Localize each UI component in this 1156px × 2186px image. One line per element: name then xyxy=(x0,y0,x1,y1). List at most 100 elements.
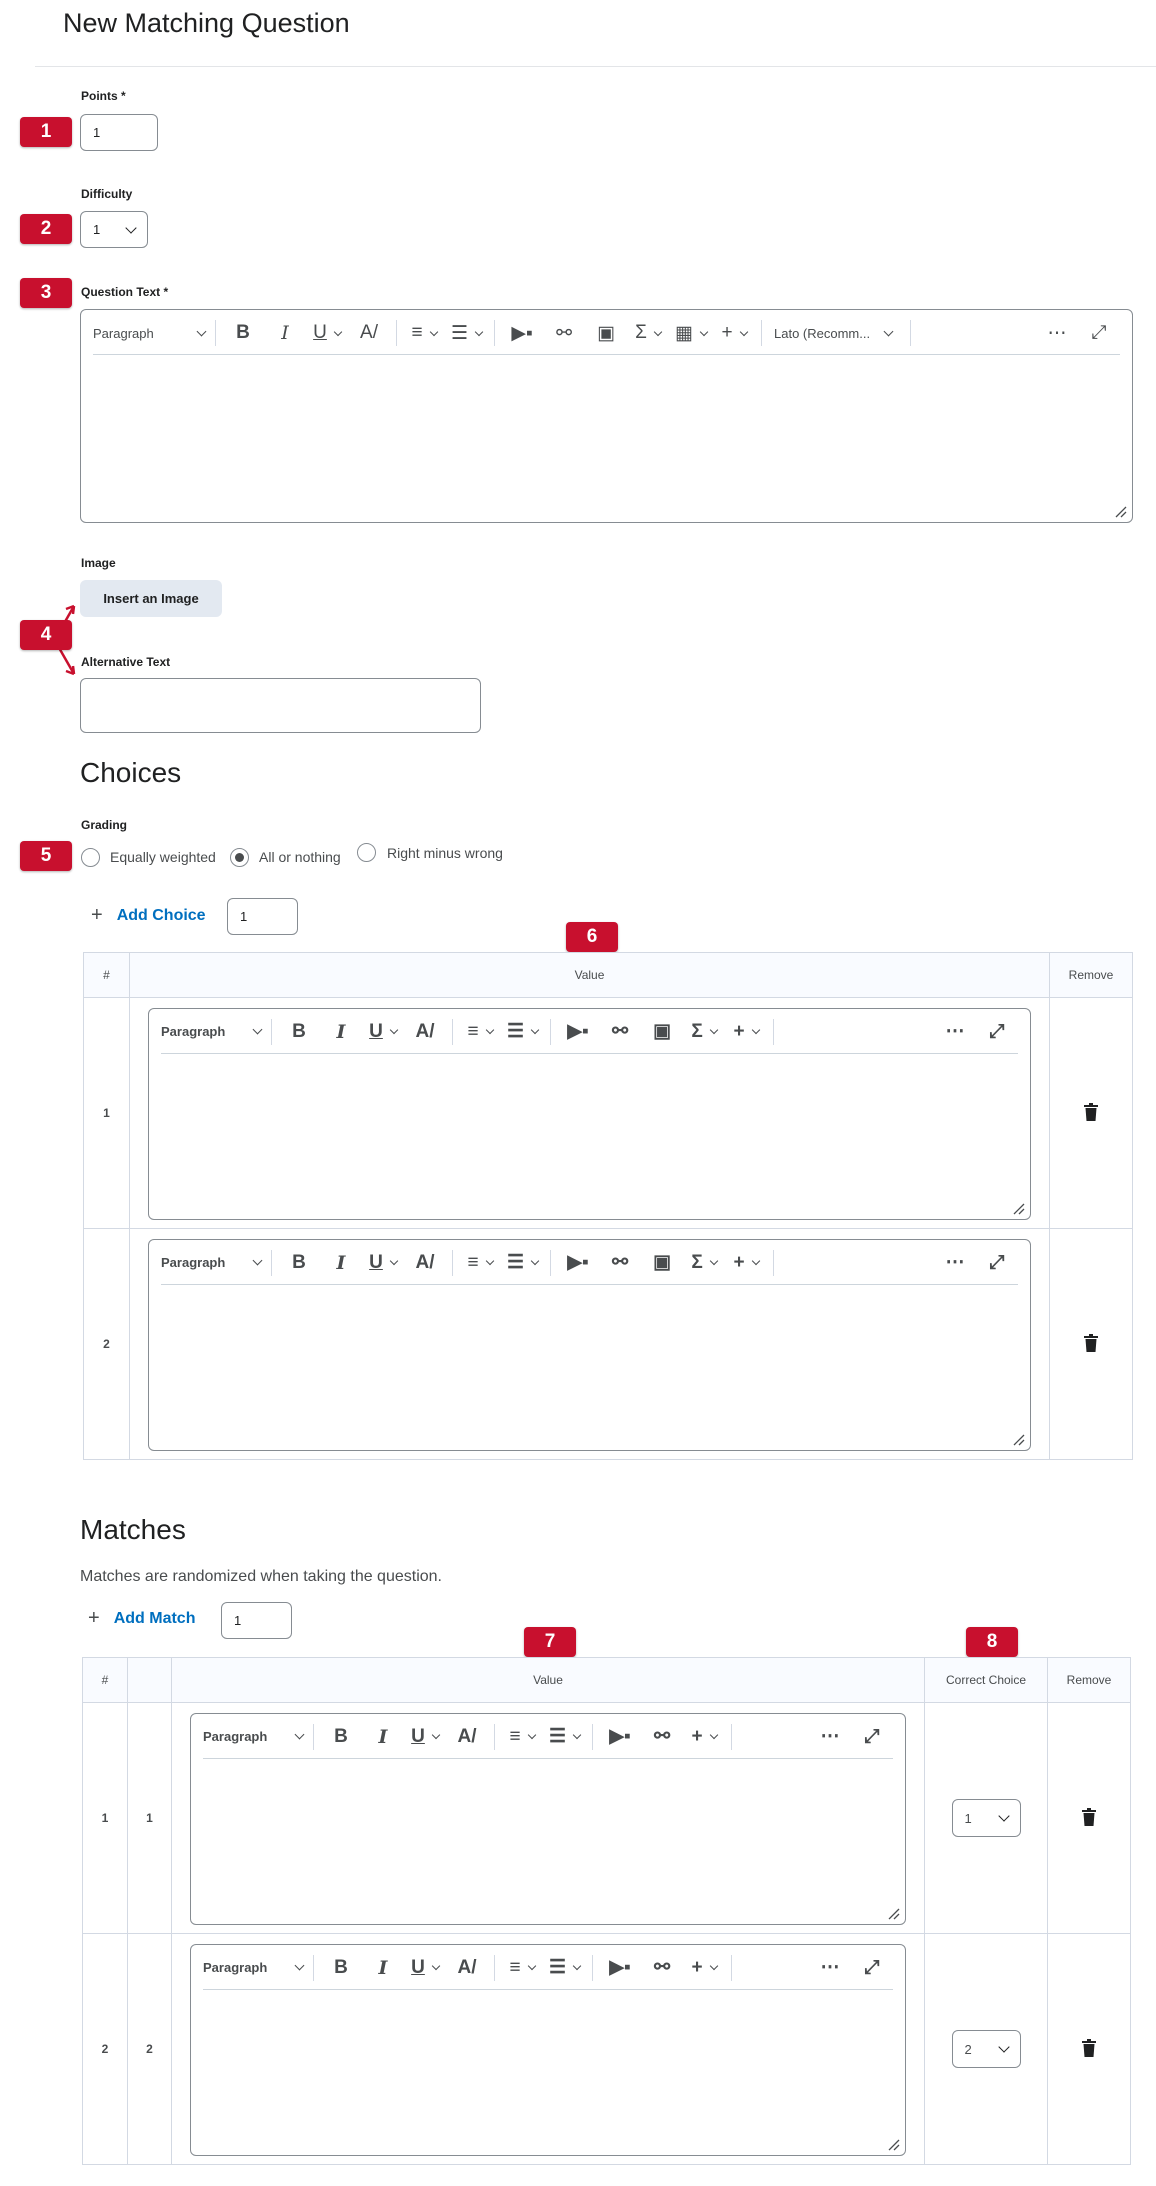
underline-icon[interactable]: U xyxy=(368,1017,399,1047)
add-match-count-input[interactable]: 1 xyxy=(221,1602,292,1639)
spellcheck-icon[interactable]: A/ xyxy=(452,1953,482,1983)
points-input[interactable]: 1 xyxy=(80,114,158,151)
alt-text-input[interactable] xyxy=(80,678,481,733)
add-choice-button[interactable]: + Add Choice xyxy=(91,904,206,927)
fullscreen-icon[interactable]: ⤢ xyxy=(857,1953,887,1983)
font-family-select[interactable]: Lato (Recomm... xyxy=(774,326,894,341)
bold-icon[interactable]: B xyxy=(326,1722,356,1752)
match-value-editor[interactable]: Paragraph B I U A/ ≡ ☰ ▶▪ ⚯ + ⋯ ⤢ xyxy=(190,1943,906,2156)
link-icon[interactable]: ⚯ xyxy=(605,1017,635,1047)
bold-icon[interactable]: B xyxy=(228,318,258,348)
underline-icon[interactable]: U xyxy=(368,1248,399,1278)
trash-icon[interactable] xyxy=(1082,1807,1096,1826)
resize-handle-icon[interactable] xyxy=(888,1908,900,1920)
more-options-icon[interactable]: ⋯ xyxy=(940,1248,970,1278)
choices-table: # Value Remove 1 Paragraph B I U A/ ≡ ☰ … xyxy=(83,952,1133,1460)
more-options-icon[interactable]: ⋯ xyxy=(940,1017,970,1047)
table-icon[interactable]: ▦ xyxy=(675,318,709,348)
resize-handle-icon[interactable] xyxy=(1013,1434,1025,1446)
bold-icon[interactable]: B xyxy=(326,1953,356,1983)
choice-value-editor[interactable]: Paragraph B I U A/ ≡ ☰ ▶▪ ⚯ ▣ Σ + ⋯ ⤢ xyxy=(148,1007,1031,1220)
equation-icon[interactable]: Σ xyxy=(689,1248,719,1278)
paragraph-format-select[interactable]: Paragraph xyxy=(203,1729,305,1744)
choice-value-editor[interactable]: Paragraph B I U A/ ≡ ☰ ▶▪ ⚯ ▣ Σ + ⋯ ⤢ xyxy=(148,1238,1031,1451)
insert-image-button[interactable]: Insert an Image xyxy=(80,580,222,617)
insert-plus-icon[interactable]: + xyxy=(731,1017,761,1047)
fullscreen-icon[interactable]: ⤢ xyxy=(982,1017,1012,1047)
bold-icon[interactable]: B xyxy=(284,1248,314,1278)
insert-plus-icon[interactable]: + xyxy=(689,1953,719,1983)
fullscreen-icon[interactable]: ⤢ xyxy=(1084,318,1114,348)
list-icon[interactable]: ☰ xyxy=(549,1722,582,1752)
insert-plus-icon[interactable]: + xyxy=(731,1248,761,1278)
add-match-button[interactable]: + Add Match xyxy=(88,1607,195,1630)
list-icon[interactable]: ☰ xyxy=(507,1017,540,1047)
link-icon[interactable]: ⚯ xyxy=(605,1248,635,1278)
grading-radio-all-or-nothing[interactable] xyxy=(230,848,249,867)
spellcheck-icon[interactable]: A/ xyxy=(452,1722,482,1752)
align-icon[interactable]: ≡ xyxy=(409,318,439,348)
underline-icon[interactable]: U xyxy=(312,318,343,348)
link-icon[interactable]: ⚯ xyxy=(549,318,579,348)
paragraph-format-select[interactable]: Paragraph xyxy=(161,1255,263,1270)
insert-plus-icon[interactable]: + xyxy=(689,1722,719,1752)
resize-handle-icon[interactable] xyxy=(1013,1203,1025,1215)
spellcheck-icon[interactable]: A/ xyxy=(354,318,384,348)
difficulty-select[interactable]: 1 xyxy=(80,211,148,248)
paragraph-format-select[interactable]: Paragraph xyxy=(93,326,207,341)
align-icon[interactable]: ≡ xyxy=(507,1953,537,1983)
image-icon[interactable]: ▣ xyxy=(647,1017,677,1047)
insert-stuff-icon[interactable]: ▶▪ xyxy=(605,1722,635,1752)
link-icon[interactable]: ⚯ xyxy=(647,1953,677,1983)
insert-stuff-icon[interactable]: ▶▪ xyxy=(507,318,537,348)
remove-cell xyxy=(1047,1933,1131,2165)
paragraph-format-select[interactable]: Paragraph xyxy=(203,1960,305,1975)
correct-choice-value: 2 xyxy=(964,2041,972,2057)
italic-icon[interactable]: I xyxy=(368,1722,398,1752)
link-icon[interactable]: ⚯ xyxy=(647,1722,677,1752)
underline-icon[interactable]: U xyxy=(410,1953,441,1983)
fullscreen-icon[interactable]: ⤢ xyxy=(982,1248,1012,1278)
spellcheck-icon[interactable]: A/ xyxy=(410,1017,440,1047)
align-icon[interactable]: ≡ xyxy=(465,1248,495,1278)
spellcheck-icon[interactable]: A/ xyxy=(410,1248,440,1278)
resize-handle-icon[interactable] xyxy=(1115,506,1127,518)
more-options-icon[interactable]: ⋯ xyxy=(1042,318,1072,348)
bold-icon[interactable]: B xyxy=(284,1017,314,1047)
italic-icon[interactable]: I xyxy=(368,1953,398,1983)
insert-stuff-icon[interactable]: ▶▪ xyxy=(605,1953,635,1983)
grading-radio-equally-weighted[interactable] xyxy=(81,848,100,867)
trash-icon[interactable] xyxy=(1084,1102,1098,1121)
toolbar-separator xyxy=(494,1954,495,1981)
underline-icon[interactable]: U xyxy=(410,1722,441,1752)
trash-icon[interactable] xyxy=(1082,2038,1096,2057)
correct-choice-select[interactable]: 2 xyxy=(951,2030,1021,2068)
more-options-icon[interactable]: ⋯ xyxy=(815,1953,845,1983)
insert-stuff-icon[interactable]: ▶▪ xyxy=(563,1248,593,1278)
align-icon[interactable]: ≡ xyxy=(507,1722,537,1752)
image-icon[interactable]: ▣ xyxy=(591,318,621,348)
align-icon[interactable]: ≡ xyxy=(465,1017,495,1047)
insert-plus-icon[interactable]: + xyxy=(719,318,749,348)
correct-choice-select[interactable]: 1 xyxy=(951,1799,1021,1837)
fullscreen-icon[interactable]: ⤢ xyxy=(857,1722,887,1752)
question-text-editor[interactable]: Paragraph B I U A/ ≡ ☰ ▶▪ ⚯ ▣ Σ ▦ + Lato… xyxy=(80,309,1133,523)
list-icon[interactable]: ☰ xyxy=(451,318,484,348)
italic-icon[interactable]: I xyxy=(326,1248,356,1278)
match-value-editor[interactable]: Paragraph B I U A/ ≡ ☰ ▶▪ ⚯ + ⋯ ⤢ xyxy=(190,1712,906,1925)
equation-icon[interactable]: Σ xyxy=(633,318,663,348)
list-icon[interactable]: ☰ xyxy=(507,1248,540,1278)
chevron-down-icon xyxy=(252,1255,263,1266)
add-choice-count-input[interactable]: 1 xyxy=(227,898,298,935)
image-icon[interactable]: ▣ xyxy=(647,1248,677,1278)
grading-radio-right-minus-wrong[interactable] xyxy=(357,843,376,862)
list-icon[interactable]: ☰ xyxy=(549,1953,582,1983)
trash-icon[interactable] xyxy=(1084,1333,1098,1352)
equation-icon[interactable]: Σ xyxy=(689,1017,719,1047)
italic-icon[interactable]: I xyxy=(326,1017,356,1047)
resize-handle-icon[interactable] xyxy=(888,2139,900,2151)
italic-icon[interactable]: I xyxy=(270,318,300,348)
insert-stuff-icon[interactable]: ▶▪ xyxy=(563,1017,593,1047)
paragraph-format-select[interactable]: Paragraph xyxy=(161,1024,263,1039)
more-options-icon[interactable]: ⋯ xyxy=(815,1722,845,1752)
